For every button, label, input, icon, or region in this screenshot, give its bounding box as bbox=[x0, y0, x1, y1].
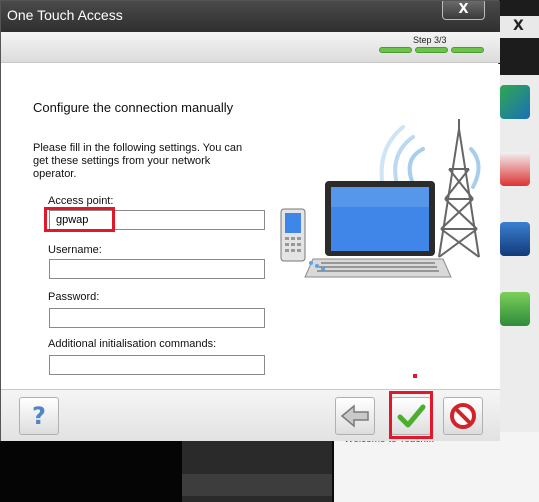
progress-step-1 bbox=[379, 47, 412, 53]
back-arrow-icon bbox=[340, 404, 369, 428]
background-close-button[interactable]: X bbox=[498, 16, 539, 38]
background-video-icon[interactable] bbox=[500, 222, 530, 256]
wizard-footer: ? bbox=[1, 389, 500, 441]
progress-step-2 bbox=[415, 47, 448, 53]
password-label: Password: bbox=[48, 291, 100, 303]
close-button[interactable]: X bbox=[442, 1, 485, 20]
progress-step-3 bbox=[451, 47, 484, 53]
access-point-label: Access point: bbox=[48, 195, 114, 207]
connection-illustration bbox=[280, 119, 481, 278]
background-exit-icon[interactable] bbox=[500, 292, 530, 326]
background-taskbar-middle bbox=[182, 440, 332, 502]
wizard-progress-bar: Step 3/3 bbox=[1, 32, 500, 63]
background-window: Welcome to Touch... bbox=[334, 432, 539, 502]
background-globe-icon[interactable] bbox=[500, 85, 530, 119]
page-heading: Configure the connection manually bbox=[33, 100, 234, 115]
laptop-icon bbox=[304, 181, 452, 278]
help-button[interactable]: ? bbox=[19, 397, 59, 435]
red-cancel-icon bbox=[450, 403, 476, 429]
access-point-highlight bbox=[44, 207, 115, 232]
username-label: Username: bbox=[48, 244, 102, 256]
instructions-text: Please fill in the following settings. Y… bbox=[33, 142, 243, 180]
cancel-button[interactable] bbox=[443, 397, 483, 435]
wizard-content: Configure the connection manually Please… bbox=[1, 64, 500, 389]
back-button[interactable] bbox=[335, 397, 375, 435]
one-touch-access-dialog: One Touch Access X Step 3/3 Configure th… bbox=[0, 0, 500, 441]
annotation-dot bbox=[413, 374, 417, 378]
title-bar: One Touch Access X bbox=[1, 1, 500, 32]
background-calendar-icon[interactable] bbox=[500, 152, 530, 186]
close-icon: X bbox=[458, 2, 469, 17]
mobile-phone-icon bbox=[280, 208, 306, 262]
step-indicator: Step 3/3 bbox=[413, 35, 447, 45]
background-taskbar-left bbox=[0, 440, 182, 502]
finish-button-highlight bbox=[389, 391, 433, 439]
init-commands-input[interactable] bbox=[49, 355, 265, 375]
password-input[interactable] bbox=[49, 308, 265, 328]
background-close-label: X bbox=[513, 18, 524, 34]
username-input[interactable] bbox=[49, 259, 265, 279]
help-icon: ? bbox=[32, 402, 46, 430]
init-commands-label: Additional initialisation commands: bbox=[48, 338, 217, 350]
window-title: One Touch Access bbox=[7, 7, 123, 23]
